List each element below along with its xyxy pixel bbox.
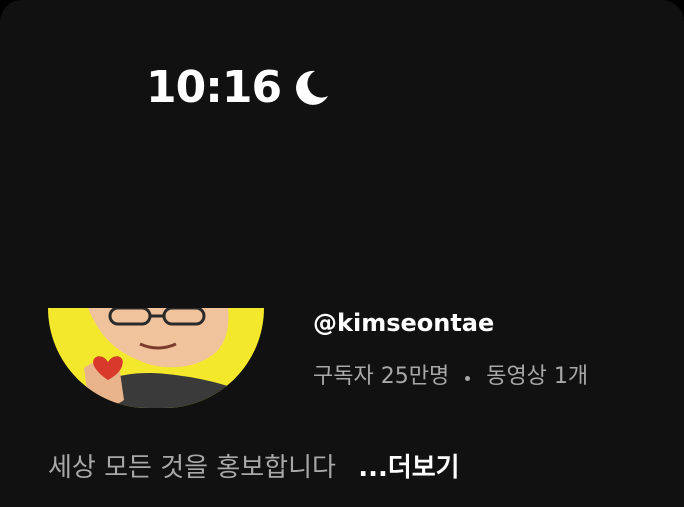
status-time: 10:16 <box>146 62 282 113</box>
moon-icon <box>291 68 331 108</box>
channel-header: @kimseontae 구독자 25만명 동영상 1개 <box>0 308 684 418</box>
description-text: 세상 모든 것을 홍보합니다 <box>48 453 336 483</box>
screen: 10:16 @kimseontae 구독자 25만명 동영상 1개 세상 모든 … <box>0 0 684 507</box>
subscriber-count: 구독자 25만명 <box>313 364 450 389</box>
avatar[interactable] <box>48 308 264 408</box>
video-count: 동영상 1개 <box>486 364 589 389</box>
channel-handle[interactable]: @kimseontae <box>313 308 494 338</box>
status-bar: 10:16 <box>146 62 331 114</box>
separator-dot <box>465 375 471 381</box>
channel-stats: 구독자 25만명 동영상 1개 <box>313 362 588 392</box>
more-button[interactable]: ...더보기 <box>358 453 459 483</box>
channel-description[interactable]: 세상 모든 것을 홍보합니다 ...더보기 <box>48 450 460 486</box>
